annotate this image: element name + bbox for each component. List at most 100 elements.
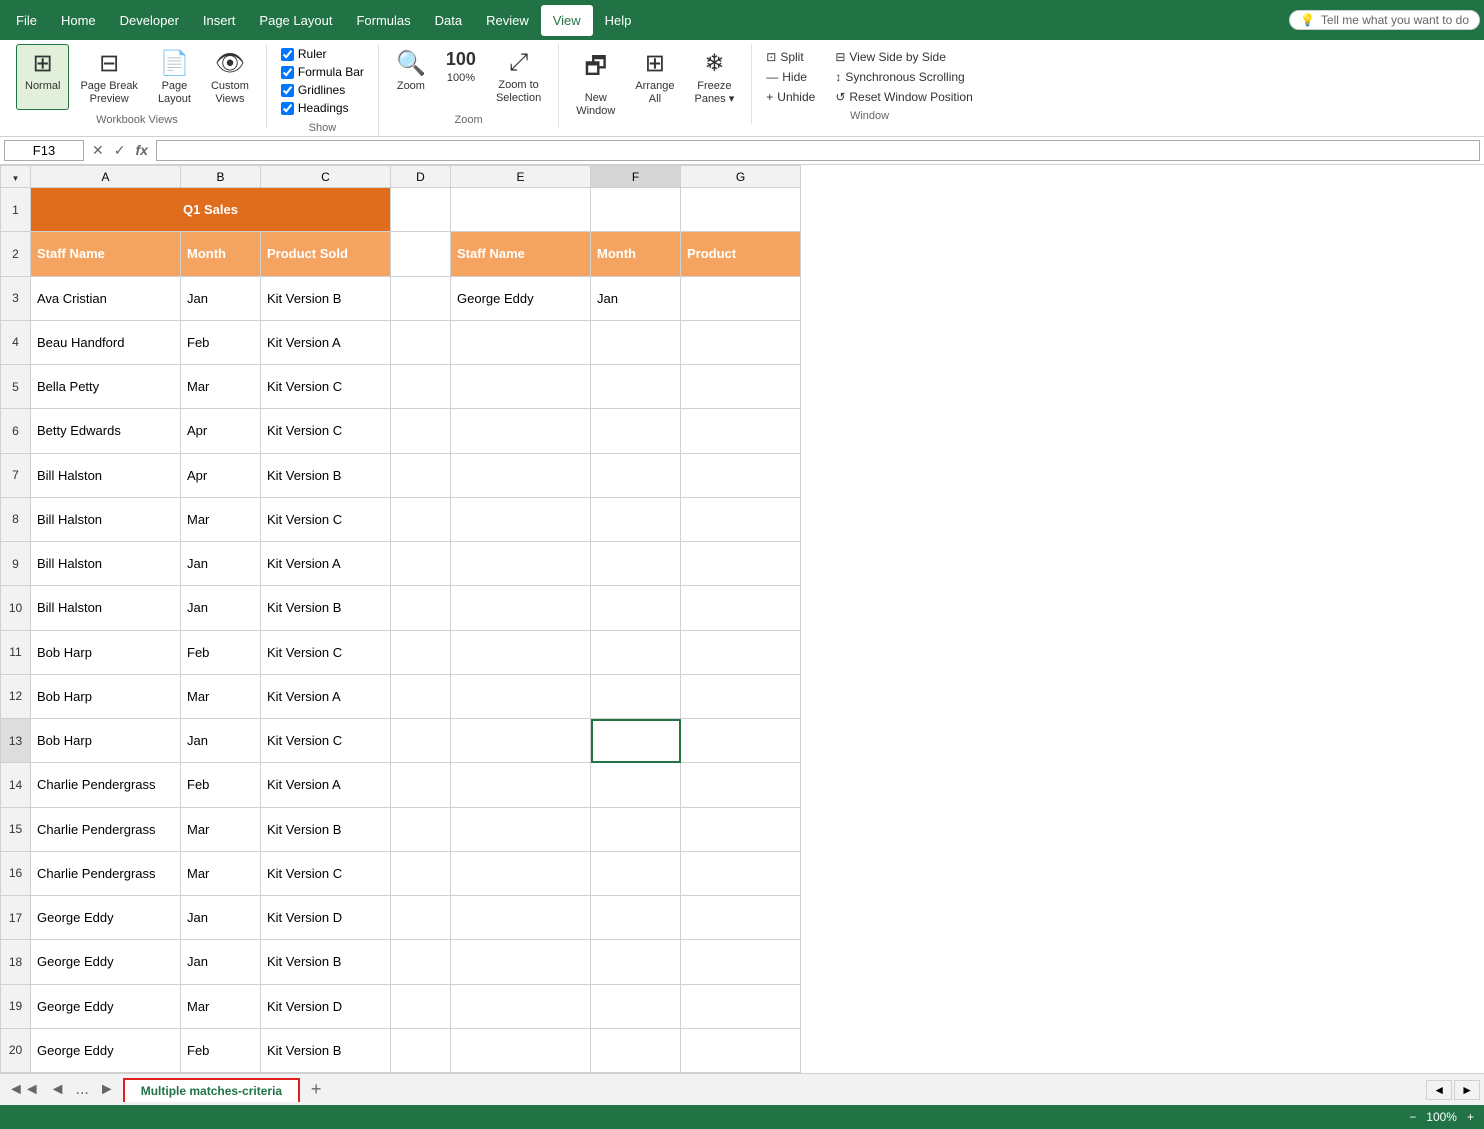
cell-C10[interactable]: Kit Version B bbox=[261, 586, 391, 630]
normal-view-button[interactable]: ⊞ Normal bbox=[16, 44, 69, 110]
cell-G7[interactable] bbox=[681, 453, 801, 497]
ruler-checkbox[interactable] bbox=[281, 48, 294, 61]
cell-E13[interactable] bbox=[451, 719, 591, 763]
cell-F6[interactable] bbox=[591, 409, 681, 453]
menu-review[interactable]: Review bbox=[474, 5, 541, 36]
cell-B9[interactable]: Jan bbox=[181, 542, 261, 586]
tab-nav-next[interactable]: ► bbox=[95, 1079, 119, 1101]
cell-G4[interactable] bbox=[681, 320, 801, 364]
gridlines-check[interactable]: Gridlines bbox=[279, 82, 366, 98]
tab-nav-prev[interactable]: ◄ bbox=[46, 1079, 70, 1101]
cell-D13[interactable] bbox=[391, 719, 451, 763]
cell-C8[interactable]: Kit Version C bbox=[261, 497, 391, 541]
cell-E15[interactable] bbox=[451, 807, 591, 851]
cell-A8[interactable]: Bill Halston bbox=[31, 497, 181, 541]
cell-D16[interactable] bbox=[391, 851, 451, 895]
zoom-in-icon[interactable]: + bbox=[1465, 1108, 1476, 1126]
cell-D6[interactable] bbox=[391, 409, 451, 453]
cell-B2[interactable]: Month bbox=[181, 232, 261, 276]
menu-home[interactable]: Home bbox=[49, 5, 108, 36]
cell-F8[interactable] bbox=[591, 497, 681, 541]
cell-B16[interactable]: Mar bbox=[181, 851, 261, 895]
cell-F9[interactable] bbox=[591, 542, 681, 586]
cell-F19[interactable] bbox=[591, 984, 681, 1028]
cell-B6[interactable]: Apr bbox=[181, 409, 261, 453]
custom-views-button[interactable]: 👁 CustomViews bbox=[202, 44, 258, 110]
cell-A17[interactable]: George Eddy bbox=[31, 896, 181, 940]
cancel-formula-icon[interactable]: ✕ bbox=[88, 140, 108, 161]
cell-F7[interactable] bbox=[591, 453, 681, 497]
cell-G20[interactable] bbox=[681, 1028, 801, 1072]
cell-F17[interactable] bbox=[591, 896, 681, 940]
cell-A5[interactable]: Bella Petty bbox=[31, 365, 181, 409]
cell-D14[interactable] bbox=[391, 763, 451, 807]
cell-E7[interactable] bbox=[451, 453, 591, 497]
cell-D17[interactable] bbox=[391, 896, 451, 940]
col-header-E[interactable]: E bbox=[451, 166, 591, 188]
col-header-F[interactable]: F bbox=[591, 166, 681, 188]
cell-A3[interactable]: Ava Cristian bbox=[31, 276, 181, 320]
cell-F20[interactable] bbox=[591, 1028, 681, 1072]
col-header-C[interactable]: C bbox=[261, 166, 391, 188]
cell-E11[interactable] bbox=[451, 630, 591, 674]
cell-G2[interactable]: Product bbox=[681, 232, 801, 276]
cell-C18[interactable]: Kit Version B bbox=[261, 940, 391, 984]
cell-B13[interactable]: Jan bbox=[181, 719, 261, 763]
cell-A15[interactable]: Charlie Pendergrass bbox=[31, 807, 181, 851]
cell-B17[interactable]: Jan bbox=[181, 896, 261, 940]
freeze-panes-button[interactable]: ❄ FreezePanes ▾ bbox=[685, 44, 743, 110]
cell-A19[interactable]: George Eddy bbox=[31, 984, 181, 1028]
cell-C13[interactable]: Kit Version C bbox=[261, 719, 391, 763]
cell-D1[interactable] bbox=[391, 188, 451, 232]
add-sheet-button[interactable]: + bbox=[304, 1078, 328, 1102]
cell-A6[interactable]: Betty Edwards bbox=[31, 409, 181, 453]
formula-input[interactable] bbox=[156, 140, 1480, 161]
cell-A10[interactable]: Bill Halston bbox=[31, 586, 181, 630]
cell-C15[interactable]: Kit Version B bbox=[261, 807, 391, 851]
cell-F16[interactable] bbox=[591, 851, 681, 895]
headings-checkbox[interactable] bbox=[281, 102, 294, 115]
cell-C6[interactable]: Kit Version C bbox=[261, 409, 391, 453]
cell-D2[interactable] bbox=[391, 232, 451, 276]
new-window-button[interactable]: 🗗 NewWindow bbox=[567, 44, 624, 110]
cell-D7[interactable] bbox=[391, 453, 451, 497]
cell-D5[interactable] bbox=[391, 365, 451, 409]
ruler-check[interactable]: Ruler bbox=[279, 46, 366, 62]
cell-G3[interactable] bbox=[681, 276, 801, 320]
cell-F12[interactable] bbox=[591, 674, 681, 718]
menu-file[interactable]: File bbox=[4, 5, 49, 36]
cell-E9[interactable] bbox=[451, 542, 591, 586]
cell-D19[interactable] bbox=[391, 984, 451, 1028]
cell-C16[interactable]: Kit Version C bbox=[261, 851, 391, 895]
cell-G18[interactable] bbox=[681, 940, 801, 984]
cell-E6[interactable] bbox=[451, 409, 591, 453]
cell-B12[interactable]: Mar bbox=[181, 674, 261, 718]
insert-function-icon[interactable]: fx bbox=[131, 140, 151, 161]
cell-C17[interactable]: Kit Version D bbox=[261, 896, 391, 940]
cell-G6[interactable] bbox=[681, 409, 801, 453]
cell-F13[interactable] bbox=[591, 719, 681, 763]
cell-G16[interactable] bbox=[681, 851, 801, 895]
reset-window-position-button[interactable]: ↺ Reset Window Position bbox=[829, 88, 978, 106]
gridlines-checkbox[interactable] bbox=[281, 84, 294, 97]
cell-G9[interactable] bbox=[681, 542, 801, 586]
menu-formulas[interactable]: Formulas bbox=[344, 5, 422, 36]
page-layout-button[interactable]: 📄 PageLayout bbox=[149, 44, 200, 110]
cell-F1[interactable] bbox=[591, 188, 681, 232]
cell-D3[interactable] bbox=[391, 276, 451, 320]
cell-E19[interactable] bbox=[451, 984, 591, 1028]
page-break-preview-button[interactable]: ⊟ Page BreakPreview bbox=[71, 44, 146, 110]
formula-bar-check[interactable]: Formula Bar bbox=[279, 64, 366, 80]
menu-data[interactable]: Data bbox=[423, 5, 474, 36]
cell-G13[interactable] bbox=[681, 719, 801, 763]
cell-E8[interactable] bbox=[451, 497, 591, 541]
cell-D15[interactable] bbox=[391, 807, 451, 851]
cell-B14[interactable]: Feb bbox=[181, 763, 261, 807]
cell-B20[interactable]: Feb bbox=[181, 1028, 261, 1072]
scroll-left-arrow[interactable]: ◄ bbox=[1426, 1080, 1452, 1100]
cell-E5[interactable] bbox=[451, 365, 591, 409]
cell-A11[interactable]: Bob Harp bbox=[31, 630, 181, 674]
cell-F14[interactable] bbox=[591, 763, 681, 807]
col-header-D[interactable]: D bbox=[391, 166, 451, 188]
zoom-selection-button[interactable]: ⤢ Zoom toSelection bbox=[487, 44, 550, 110]
